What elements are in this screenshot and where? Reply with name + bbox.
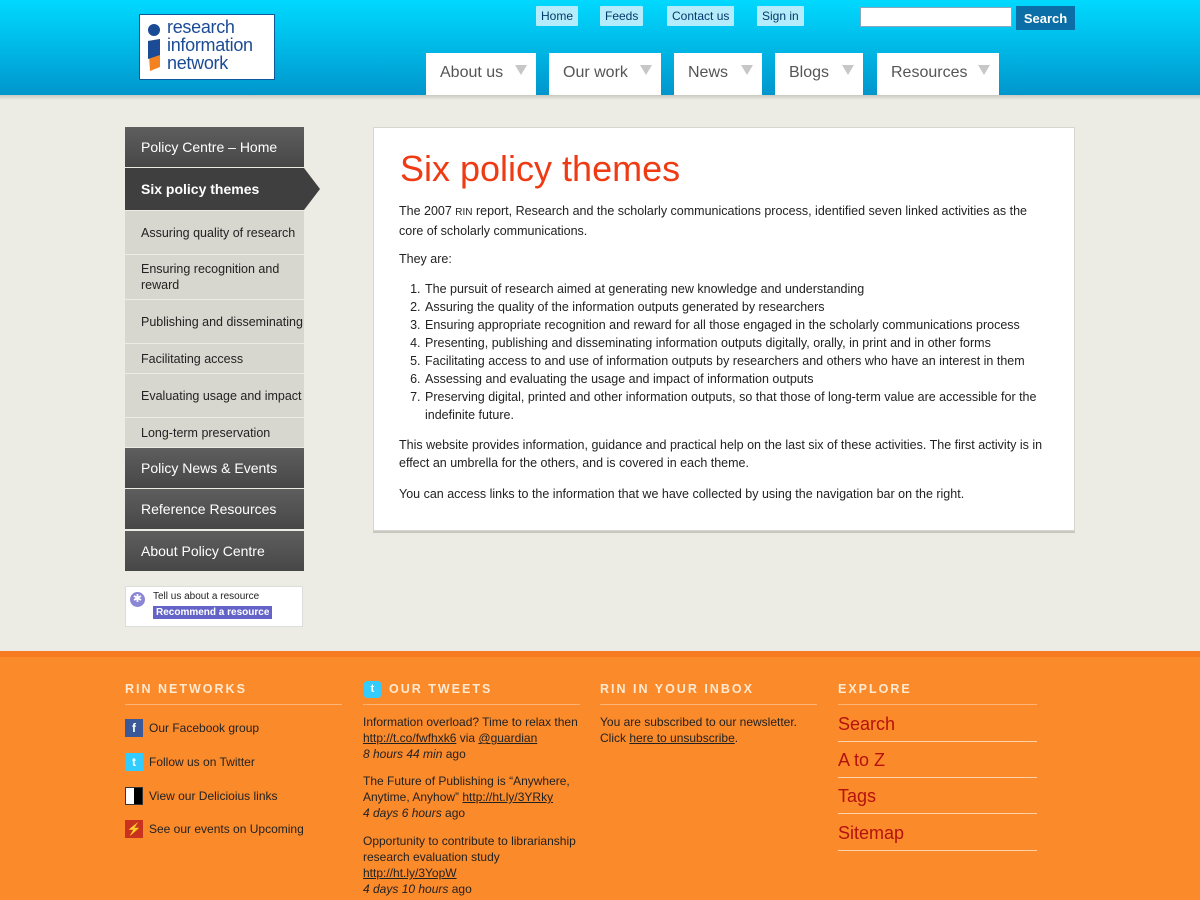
tab-label: Resources (891, 64, 968, 81)
search-button[interactable]: Search (1016, 6, 1075, 30)
tweet-link[interactable]: http://t.co/fwfhxk6 (363, 731, 456, 745)
top-link-feeds[interactable]: Feeds (600, 6, 644, 26)
sidebar-item-about[interactable]: About Policy Centre (125, 531, 304, 571)
sidebar-subitem-recognition[interactable]: Ensuring recognition and reward (125, 254, 304, 299)
unsubscribe-link[interactable]: here to unsubscribe (629, 731, 734, 745)
explore-search-link[interactable]: Search (838, 714, 1037, 742)
top-link-contact[interactable]: Contact us (667, 6, 735, 26)
recommend-text: Tell us about a resource (153, 591, 260, 602)
explore-atoz-link[interactable]: A to Z (838, 750, 1037, 778)
they-are-label: They are: (399, 252, 452, 266)
gear-icon: ✱ (130, 592, 145, 607)
sidebar-item-reference[interactable]: Reference Resources (125, 489, 304, 529)
tab-label: Our work (563, 64, 628, 81)
divider (600, 704, 817, 705)
header-shadow (0, 95, 1200, 100)
chevron-down-icon (978, 65, 990, 75)
list-item: Assessing and evaluating the usage and i… (424, 370, 1049, 388)
search-input[interactable] (860, 7, 1012, 27)
network-facebook[interactable]: f Our Facebook group (125, 719, 259, 737)
tweets-heading: OUR TWEETS (389, 682, 493, 696)
site-header: research information network Home Feeds … (0, 0, 1200, 95)
tweet-user-link[interactable]: @guardian (478, 731, 537, 745)
list-item: Assuring the quality of the information … (424, 298, 1049, 316)
tab-label: Blogs (789, 64, 830, 81)
network-upcoming[interactable]: ⚡ See our events on Upcoming (125, 820, 304, 838)
sidebar-subitem-preservation[interactable]: Long-term preservation (125, 417, 304, 447)
network-delicious[interactable]: View our Delicioius links (125, 787, 278, 805)
list-item: Preserving digital, printed and other in… (424, 388, 1049, 424)
logo-text: research information network (167, 17, 253, 73)
tab-resources[interactable]: Resources (877, 53, 999, 95)
tab-our-work[interactable]: Our work (549, 53, 661, 95)
active-pointer-icon (304, 168, 320, 210)
divider (363, 704, 580, 705)
sidebar-subitem-evaluating[interactable]: Evaluating usage and impact (125, 373, 304, 417)
chevron-down-icon (741, 65, 753, 75)
tab-about-us[interactable]: About us (426, 53, 536, 95)
tab-news[interactable]: News (674, 53, 762, 95)
twitter-icon: t (125, 753, 143, 771)
activities-list: The pursuit of research aimed at generat… (404, 280, 1049, 424)
top-link-home[interactable]: Home (536, 6, 579, 26)
delicious-icon (125, 787, 143, 805)
inbox-heading: RIN IN YOUR INBOX (600, 682, 754, 696)
list-item: Presenting, publishing and disseminating… (424, 334, 1049, 352)
networks-heading: RIN NETWORKS (125, 682, 247, 696)
list-item: Ensuring appropriate recognition and rew… (424, 316, 1049, 334)
explore-tags-link[interactable]: Tags (838, 786, 1037, 814)
sidebar-subitem-access[interactable]: Facilitating access (125, 343, 304, 373)
tweet-item: The Future of Publishing is “Anywhere, A… (363, 774, 570, 820)
logo-i-icon (148, 24, 160, 71)
twitter-icon: t (364, 681, 381, 698)
paragraph-3: You can access links to the information … (399, 487, 965, 501)
list-item: The pursuit of research aimed at generat… (424, 280, 1049, 298)
tweet-item: Opportunity to contribute to librariansh… (363, 834, 576, 896)
page-title: Six policy themes (400, 148, 681, 189)
list-item: Facilitating access to and use of inform… (424, 352, 1049, 370)
network-twitter[interactable]: t Follow us on Twitter (125, 753, 255, 771)
divider (125, 704, 342, 705)
paragraph-2: This website provides information, guida… (399, 438, 1043, 470)
chevron-down-icon (842, 65, 854, 75)
sidebar-active-label: Six policy themes (141, 181, 260, 197)
sidebar-subitem-publishing[interactable]: Publishing and disseminating (125, 299, 304, 343)
facebook-icon: f (125, 719, 143, 737)
top-link-signin[interactable]: Sign in (757, 6, 804, 26)
recommend-widget: ✱ Tell us about a resource Recommend a r… (125, 586, 303, 627)
rin-logo[interactable]: research information network (139, 14, 275, 80)
upcoming-icon: ⚡ (125, 820, 143, 838)
chevron-down-icon (515, 65, 527, 75)
tweet-link[interactable]: http://ht.ly/3YRky (462, 790, 553, 804)
recommend-button[interactable]: Recommend a resource (153, 606, 273, 619)
sidebar-item-active[interactable]: Six policy themes (125, 168, 320, 210)
explore-heading: EXPLORE (838, 682, 912, 696)
divider (838, 704, 1037, 705)
sidebar-subitem-quality[interactable]: Assuring quality of research (125, 210, 304, 254)
chevron-down-icon (640, 65, 652, 75)
main-content: Six policy themes The 2007 RIN report, R… (373, 127, 1075, 531)
sidebar-item-home[interactable]: Policy Centre – Home (125, 127, 304, 167)
tab-label: News (688, 64, 729, 81)
inbox-text: You are subscribed to our newsletter. Cl… (600, 715, 798, 745)
explore-sitemap-link[interactable]: Sitemap (838, 823, 1037, 851)
sidebar-item-news-events[interactable]: Policy News & Events (125, 448, 304, 488)
intro-paragraph: The 2007 RIN report, Research and the sc… (399, 204, 1027, 238)
tweet-item: Information overload? Time to relax then… (363, 715, 578, 761)
site-footer: RIN NETWORKS f Our Facebook group t Follow… (0, 651, 1200, 900)
tab-blogs[interactable]: Blogs (775, 53, 863, 95)
tweet-link[interactable]: http://ht.ly/3YopW (363, 866, 457, 880)
tab-label: About us (440, 64, 504, 81)
